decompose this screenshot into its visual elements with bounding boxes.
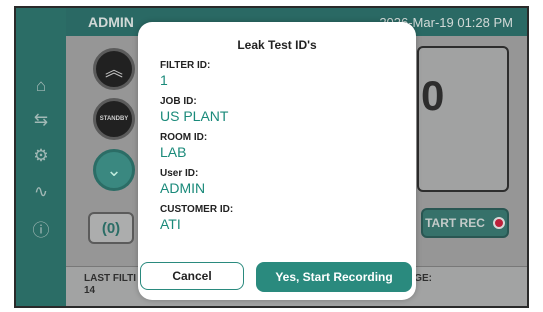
filter-id-field: FILTER ID: 1 (160, 60, 210, 88)
field-value: US PLANT (160, 108, 229, 124)
field-label: CUSTOMER ID: (160, 204, 234, 215)
field-value: ADMIN (160, 180, 206, 196)
leak-test-ids-dialog: Leak Test ID's FILTER ID: 1 JOB ID: US P… (138, 22, 416, 300)
job-id-field: JOB ID: US PLANT (160, 96, 228, 124)
field-value: ATI (160, 216, 181, 232)
user-id-field: User ID: ADMIN (160, 168, 205, 196)
field-label: User ID: (160, 168, 199, 179)
start-recording-button[interactable]: Yes, Start Recording (256, 262, 412, 292)
field-label: ROOM ID: (160, 132, 208, 143)
room-id-field: ROOM ID: LAB (160, 132, 207, 160)
dialog-title: Leak Test ID's (237, 38, 317, 52)
cancel-button[interactable]: Cancel (140, 262, 244, 290)
field-value: 1 (160, 72, 168, 88)
field-label: JOB ID: (160, 96, 197, 107)
customer-id-field: CUSTOMER ID: ATI (160, 204, 233, 232)
field-value: LAB (160, 144, 187, 160)
field-label: FILTER ID: (160, 60, 211, 71)
